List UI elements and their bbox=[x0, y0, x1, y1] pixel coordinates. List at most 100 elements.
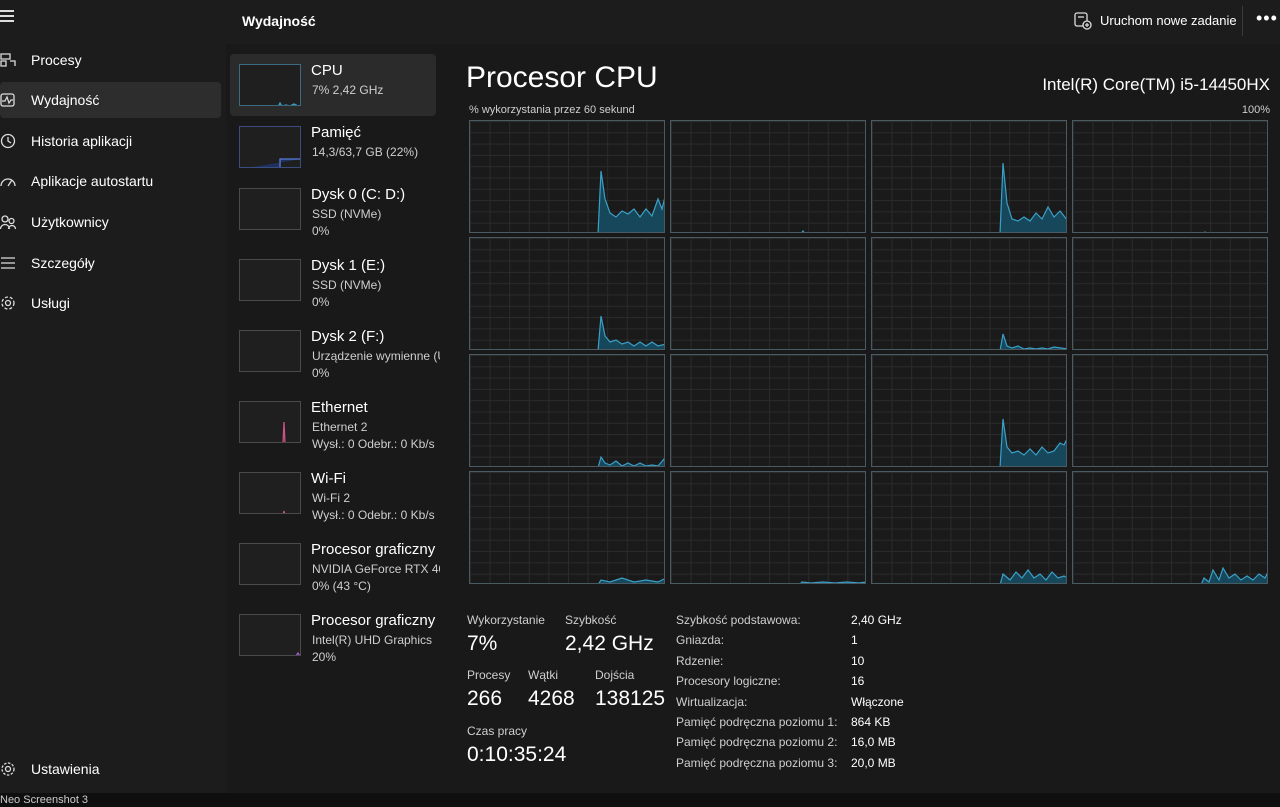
device-item[interactable]: Dysk 1 (E:) SSD (NVMe) 0% bbox=[230, 249, 436, 311]
device-detail: Intel(R) UHD Graphics bbox=[312, 633, 433, 647]
device-list: CPU 7% 2,42 GHz Pamięć 14,3/63,7 GB (22%) Dy… bbox=[226, 44, 440, 793]
nav-item-history[interactable]: Historia aplikacji bbox=[0, 123, 221, 159]
device-name: Procesor graficzny bbox=[311, 612, 436, 629]
device-name: Dysk 1 (E:) bbox=[311, 257, 386, 274]
device-sparkline bbox=[240, 260, 301, 301]
device-item[interactable]: Dysk 0 (C: D:) SSD (NVMe) 0% bbox=[230, 178, 436, 240]
device-thumbnail bbox=[239, 126, 301, 168]
device-detail: SSD (NVMe) bbox=[312, 207, 382, 221]
nav-item-label: Szczegóły bbox=[31, 255, 95, 271]
cpu-core-usage-line bbox=[1073, 355, 1268, 467]
graph-caption: % wykorzystania przez 60 sekund bbox=[469, 104, 635, 116]
page-title: Wydajność bbox=[242, 13, 316, 29]
cpu-core-graph bbox=[1072, 354, 1268, 467]
utilization-value: 7% bbox=[467, 632, 498, 655]
detail-value: 10 bbox=[851, 653, 865, 668]
nav-item-processes[interactable]: Procesy bbox=[0, 42, 221, 78]
speed-label: Szybkość bbox=[565, 613, 617, 627]
nav-item-label: Wydajność bbox=[31, 92, 100, 108]
device-thumbnail bbox=[239, 330, 301, 372]
device-thumbnail bbox=[239, 543, 301, 585]
utilization-label: Wykorzystanie bbox=[467, 613, 545, 627]
device-thumbnail bbox=[239, 188, 301, 230]
cpu-core-graph bbox=[670, 120, 866, 233]
device-detail: 14,3/63,7 GB (22%) bbox=[312, 145, 419, 159]
device-detail: 20% bbox=[312, 650, 337, 664]
nav-item-services[interactable]: Usługi bbox=[0, 285, 221, 321]
nav-item-label: Użytkownicy bbox=[31, 214, 109, 230]
cpu-core-graph bbox=[670, 354, 866, 467]
device-detail: Urządzenie wymienne (U bbox=[312, 349, 440, 363]
cpu-core-graph bbox=[1072, 471, 1268, 584]
taskbar-caption-text: Neo Screenshot 3 bbox=[0, 794, 89, 806]
uptime-value: 0:10:35:24 bbox=[467, 743, 567, 766]
device-name: Dysk 0 (C: D:) bbox=[311, 186, 406, 203]
detail-value: 864 KB bbox=[851, 715, 891, 729]
detail-label: Pamięć podręczna poziomu 2: bbox=[676, 735, 838, 750]
cpu-core-usage-line bbox=[597, 315, 664, 349]
device-item[interactable]: Procesor graficzny NVIDIA GeForce RTX 40 0… bbox=[230, 533, 440, 595]
device-item[interactable]: Dysk 2 (F:) Urządzenie wymienne (U 0% bbox=[230, 320, 440, 382]
device-detail: 0% bbox=[312, 295, 330, 309]
cpu-core-usage-line bbox=[1201, 566, 1267, 583]
speed-value: 2,42 GHz bbox=[565, 632, 654, 655]
threads-value: 4268 bbox=[528, 687, 575, 710]
nav-item-details[interactable]: Szczegóły bbox=[0, 245, 221, 281]
device-item[interactable]: CPU 7% 2,42 GHz bbox=[230, 54, 436, 116]
device-detail: Wysł.: 0 Odebr.: 0 Kb/s bbox=[312, 437, 435, 451]
more-options-button[interactable]: ••• bbox=[1256, 8, 1278, 29]
detail-value: 1 bbox=[851, 633, 858, 648]
nav-item-users[interactable]: Użytkownicy bbox=[0, 204, 221, 240]
device-sparkline bbox=[240, 544, 301, 585]
detail-label: Rdzenie: bbox=[676, 653, 724, 668]
header-divider bbox=[1242, 6, 1243, 36]
device-name: Wi-Fi bbox=[311, 470, 346, 487]
detail-value: 20,0 MB bbox=[851, 755, 896, 770]
device-item[interactable]: Ethernet Ethernet 2 Wysł.: 0 Odebr.: 0 Kb/… bbox=[230, 391, 436, 453]
cpu-core-graph bbox=[871, 120, 1067, 233]
cpu-core-graph bbox=[670, 237, 866, 350]
nav-item-label: Usługi bbox=[31, 295, 70, 311]
cpu-core-graph bbox=[469, 354, 665, 467]
device-name: Ethernet bbox=[311, 399, 368, 416]
settings-label: Ustawienia bbox=[31, 761, 100, 777]
device-detail: 0% bbox=[312, 224, 330, 238]
services-icon bbox=[1, 296, 15, 310]
cpu-core-usage-line bbox=[999, 569, 1066, 583]
device-detail: 0% bbox=[312, 366, 330, 380]
detail-label: Pamięć podręczna poziomu 3: bbox=[676, 755, 838, 770]
detail-value: Włączone bbox=[851, 694, 904, 709]
device-sparkline bbox=[278, 101, 300, 105]
users-icon bbox=[0, 215, 16, 230]
device-item[interactable]: Pamięć 14,3/63,7 GB (22%) bbox=[230, 116, 436, 178]
device-detail: Wi-Fi 2 bbox=[312, 491, 350, 505]
header: Wydajność Uruchom nowe zadanie ••• bbox=[226, 0, 1280, 44]
processes-value: 266 bbox=[467, 687, 503, 710]
detail-label: Szybkość podstawowa: bbox=[676, 613, 801, 627]
cpu-core-usage-line bbox=[1204, 231, 1206, 232]
device-thumbnail bbox=[239, 472, 301, 514]
detail-label: Wirtualizacja: bbox=[676, 694, 748, 709]
device-item[interactable]: Procesor graficzny Intel(R) UHD Graphics 2… bbox=[230, 604, 436, 666]
cpu-core-graphs bbox=[469, 120, 1269, 585]
device-detail: SSD (NVMe) bbox=[312, 278, 382, 292]
device-name: Pamięć bbox=[311, 124, 362, 141]
device-thumbnail bbox=[239, 259, 301, 301]
nav-item-settings[interactable]: Ustawienia bbox=[0, 751, 221, 787]
cpu-core-graph bbox=[1072, 120, 1268, 233]
uptime-label: Czas pracy bbox=[467, 724, 528, 738]
cpu-core-graph bbox=[469, 471, 665, 584]
cpu-core-usage-line bbox=[671, 238, 866, 350]
device-sparkline bbox=[240, 189, 301, 230]
nav-item-startup[interactable]: Aplikacje autostartu bbox=[0, 163, 221, 199]
nav-item-performance[interactable]: Wydajność bbox=[0, 82, 221, 118]
detail-label: Gniazda: bbox=[676, 633, 725, 648]
cpu-core-graph bbox=[871, 354, 1067, 467]
handles-value: 138125 bbox=[595, 687, 666, 710]
cpu-core-usage-line bbox=[671, 355, 866, 467]
device-item[interactable]: Wi-Fi Wi-Fi 2 Wysł.: 0 Odebr.: 0 Kb/s bbox=[230, 462, 436, 524]
cpu-core-graph bbox=[469, 237, 665, 350]
run-task-icon bbox=[1074, 12, 1092, 30]
device-sparkline bbox=[282, 510, 286, 513]
menu-icon[interactable] bbox=[0, 10, 14, 24]
